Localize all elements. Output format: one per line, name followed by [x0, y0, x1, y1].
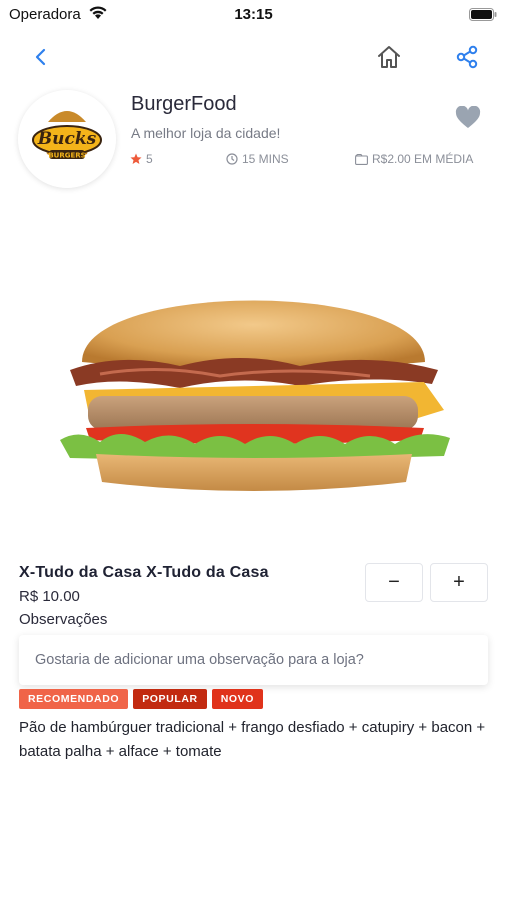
- clock-icon: [226, 153, 238, 165]
- delivery-time-value: 15 MINS: [242, 152, 289, 166]
- product-description: Pão de hambúrguer tradicional + frango d…: [19, 719, 486, 760]
- product-price: R$ 10.00: [19, 588, 80, 605]
- observations-input[interactable]: [19, 635, 488, 685]
- logo-text-bottom: BURGERS: [48, 152, 85, 160]
- battery-icon: [469, 8, 497, 21]
- store-rating: 5: [130, 152, 153, 166]
- heart-icon: [455, 105, 481, 128]
- logo-text-top: Bucks: [37, 129, 97, 149]
- favorite-button[interactable]: [455, 105, 481, 130]
- tag-recommended: RECOMENDADO: [19, 689, 129, 709]
- store-tagline: A melhor loja da cidade!: [131, 125, 281, 141]
- average-price: R$2.00 EM MÉDIA: [355, 152, 473, 166]
- share-icon: [456, 45, 478, 69]
- home-button[interactable]: [374, 42, 404, 72]
- burger-image: [60, 300, 450, 491]
- observations-label: Observações: [19, 611, 108, 628]
- tag-new: NOVO: [211, 689, 264, 709]
- back-button[interactable]: [28, 44, 54, 70]
- store-logo: Bucks BURGERS: [18, 90, 116, 188]
- star-icon: [130, 153, 142, 164]
- product-title: X-Tudo da Casa X-Tudo da Casa: [19, 564, 269, 581]
- product-image: [40, 250, 467, 510]
- product-tags: RECOMENDADO POPULAR NOVO: [19, 689, 264, 709]
- home-icon: [378, 46, 400, 68]
- increase-quantity-button[interactable]: +: [430, 563, 488, 602]
- decrease-quantity-button[interactable]: −: [365, 563, 423, 602]
- rating-value: 5: [146, 152, 153, 166]
- share-button[interactable]: [453, 43, 481, 71]
- burger-logo-icon: Bucks BURGERS: [18, 90, 116, 188]
- chevron-left-icon: [35, 48, 46, 66]
- store-name: BurgerFood: [131, 93, 237, 115]
- delivery-time: 15 MINS: [226, 152, 289, 166]
- tag-popular: POPULAR: [133, 689, 207, 709]
- average-price-value: R$2.00 EM MÉDIA: [372, 152, 474, 166]
- clock: 13:15: [234, 6, 273, 23]
- wallet-icon: [355, 153, 368, 165]
- status-bar: Operadora 13:15: [0, 0, 507, 30]
